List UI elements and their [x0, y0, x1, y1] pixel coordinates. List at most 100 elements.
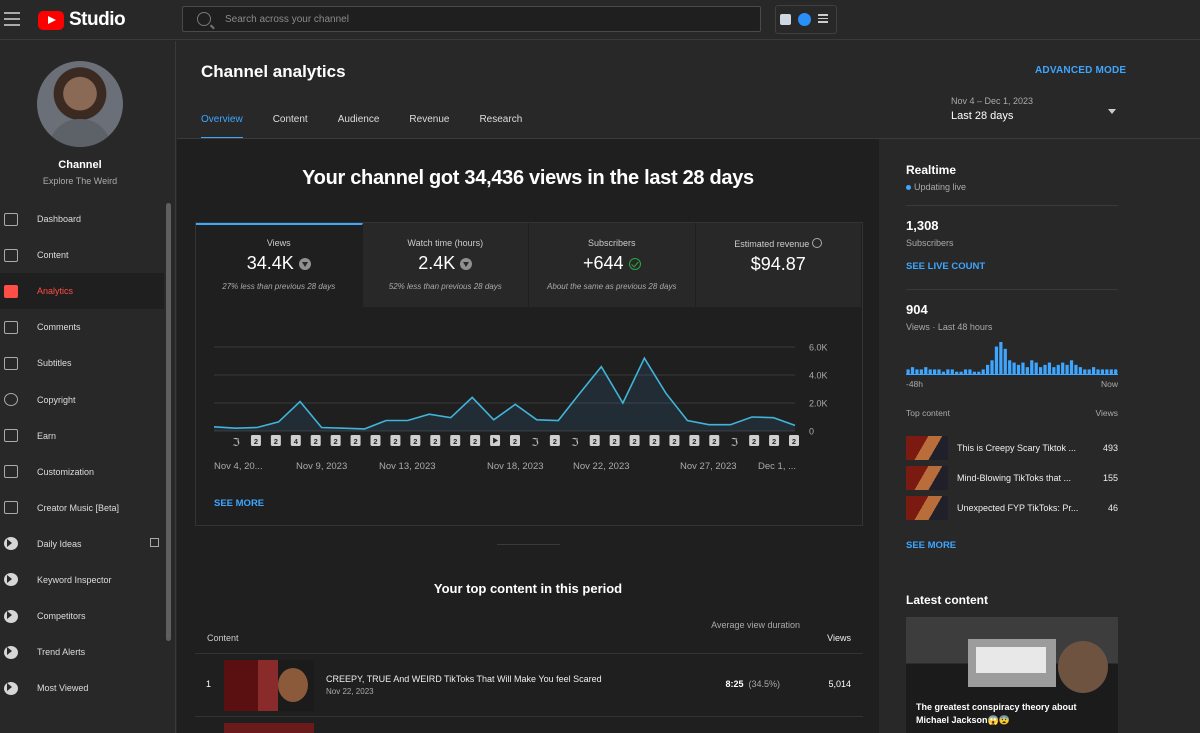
channel-avatar[interactable] — [37, 61, 123, 147]
upload-marker-count[interactable]: 2 — [749, 435, 760, 446]
realtime-bar[interactable] — [955, 371, 959, 374]
upload-marker-count[interactable]: 2 — [769, 435, 780, 446]
studio-logo[interactable]: Studio — [38, 9, 126, 31]
upload-marker-count[interactable]: 2 — [270, 435, 281, 446]
realtime-bar[interactable] — [1087, 369, 1091, 374]
realtime-bar[interactable] — [1092, 367, 1096, 374]
realtime-bar[interactable] — [941, 371, 946, 374]
metric-tab-watch-time-hours[interactable]: Watch time (hours) 2.4K 52% less than prev… — [362, 223, 529, 307]
realtime-bar[interactable] — [928, 369, 932, 374]
search-input[interactable] — [225, 13, 725, 25]
realtime-bar[interactable] — [910, 367, 915, 374]
realtime-bar[interactable] — [990, 360, 994, 374]
realtime-bar[interactable] — [999, 342, 1003, 374]
realtime-bar[interactable] — [1096, 369, 1100, 374]
realtime-bar[interactable] — [1109, 369, 1113, 374]
upload-marker-count[interactable]: 2 — [669, 435, 680, 446]
video-thumbnail[interactable] — [906, 436, 948, 460]
vidiq-extension-icon[interactable] — [798, 13, 811, 26]
realtime-bar[interactable] — [937, 369, 941, 374]
tab-audience[interactable]: Audience — [338, 114, 380, 139]
date-range-picker[interactable]: Nov 4 – Dec 1, 2023 Last 28 days — [951, 96, 1033, 122]
realtime-bar[interactable] — [968, 369, 972, 374]
upload-marker-count[interactable]: 2 — [330, 435, 341, 446]
col-average-view-duration[interactable]: Average view duration — [690, 620, 800, 632]
col-views[interactable]: Views — [805, 633, 851, 643]
upload-marker-count[interactable]: 2 — [709, 435, 720, 446]
latest-video-title[interactable]: The greatest conspiracy theory about Mic… — [916, 701, 1106, 727]
latest-video-thumbnail[interactable]: The greatest conspiracy theory about Mic… — [906, 617, 1118, 733]
upload-marker-count[interactable]: 2 — [549, 435, 560, 446]
upload-marker-shorts[interactable]: ℑ — [730, 436, 738, 449]
video-thumbnail[interactable] — [906, 466, 948, 490]
upload-marker-video[interactable] — [490, 435, 501, 446]
realtime-bar[interactable] — [1003, 348, 1007, 374]
upload-marker-shorts[interactable]: ℑ — [571, 436, 579, 449]
upload-marker-shorts[interactable]: ℑ — [531, 436, 539, 449]
realtime-bar[interactable] — [959, 371, 963, 374]
tab-research[interactable]: Research — [479, 114, 522, 139]
realtime-bar[interactable] — [977, 371, 981, 374]
realtime-bar[interactable] — [1008, 360, 1012, 374]
sidebar-item-most-viewed[interactable]: Most Viewed — [0, 670, 164, 706]
realtime-bar[interactable] — [963, 369, 968, 374]
realtime-bar[interactable] — [1025, 367, 1029, 374]
metric-tab-views[interactable]: Views 34.4K 27% less than previous 28 days — [196, 223, 363, 307]
search-bar[interactable] — [182, 6, 761, 32]
sidebar-item-dashboard[interactable]: Dashboard — [0, 201, 164, 237]
realtime-bar[interactable] — [986, 364, 990, 374]
extension-menu-icon[interactable] — [818, 14, 828, 25]
top-content-row[interactable]: 1 CREEPY, TRUE And WEIRD TikToks That Wi… — [195, 655, 863, 717]
video-title[interactable]: Mind-Blowing TikToks that ... — [957, 473, 1087, 483]
realtime-bar[interactable] — [1083, 369, 1087, 374]
realtime-bar[interactable] — [1030, 360, 1034, 374]
sidebar-item-trend-alerts[interactable]: Trend Alerts — [0, 634, 164, 670]
tab-content[interactable]: Content — [273, 114, 308, 139]
realtime-bar[interactable] — [1043, 364, 1047, 374]
upload-marker-count[interactable]: 2 — [510, 435, 520, 446]
upload-marker-count[interactable]: 2 — [450, 435, 461, 446]
advanced-mode-button[interactable]: ADVANCED MODE — [1035, 65, 1126, 76]
upload-marker-count[interactable]: 2 — [649, 435, 660, 446]
realtime-bar[interactable] — [1016, 364, 1021, 374]
realtime-bar[interactable] — [1052, 367, 1056, 374]
realtime-bar[interactable] — [1100, 369, 1105, 374]
realtime-bar[interactable] — [1078, 367, 1082, 374]
upload-marker-count[interactable]: 2 — [629, 435, 640, 446]
realtime-content-item[interactable]: Mind-Blowing TikToks that ... 155 — [906, 466, 1118, 490]
realtime-bar[interactable] — [1105, 369, 1109, 374]
realtime-bar[interactable] — [933, 369, 937, 374]
open-external-icon[interactable] — [150, 537, 159, 547]
realtime-bar[interactable] — [1012, 362, 1016, 374]
extension-app-icon[interactable] — [780, 14, 791, 25]
sidebar-item-earn[interactable]: Earn — [0, 418, 164, 454]
realtime-bar[interactable] — [1114, 369, 1118, 374]
upload-marker-count[interactable]: 2 — [589, 435, 600, 446]
upload-marker-count[interactable]: 2 — [410, 435, 421, 446]
realtime-bar[interactable] — [1021, 362, 1025, 374]
sidebar-item-copyright[interactable]: Copyright — [0, 381, 164, 417]
realtime-bar[interactable] — [1047, 362, 1052, 374]
sidebar-item-customization[interactable]: Customization — [0, 454, 164, 490]
upload-marker-count[interactable]: 2 — [689, 435, 700, 446]
upload-marker-count[interactable]: 2 — [310, 435, 321, 446]
realtime-bar[interactable] — [1074, 364, 1078, 374]
see-more-link[interactable]: SEE MORE — [214, 498, 264, 509]
upload-marker-count[interactable]: 2 — [370, 435, 381, 446]
realtime-bar[interactable] — [919, 369, 923, 374]
realtime-content-item[interactable]: Unexpected FYP TikToks: Pr... 46 — [906, 496, 1118, 520]
sidebar-item-keyword-inspector[interactable]: Keyword Inspector — [0, 562, 164, 598]
menu-icon[interactable] — [4, 12, 20, 26]
sidebar-item-comments[interactable]: Comments — [0, 309, 164, 345]
realtime-bar[interactable] — [1069, 360, 1074, 374]
realtime-bar[interactable] — [1056, 364, 1060, 374]
sidebar-item-subtitles[interactable]: Subtitles — [0, 345, 164, 381]
realtime-bar[interactable] — [972, 371, 976, 374]
video-thumbnail[interactable] — [906, 496, 948, 520]
realtime-bar[interactable] — [1061, 362, 1065, 374]
video-title[interactable]: Unexpected FYP TikToks: Pr... — [957, 503, 1087, 513]
chevron-down-icon[interactable] — [1108, 109, 1116, 114]
realtime-bar[interactable] — [1039, 367, 1043, 374]
sidebar-item-competitors[interactable]: Competitors — [0, 598, 164, 634]
realtime-see-more-link[interactable]: SEE MORE — [906, 540, 956, 551]
